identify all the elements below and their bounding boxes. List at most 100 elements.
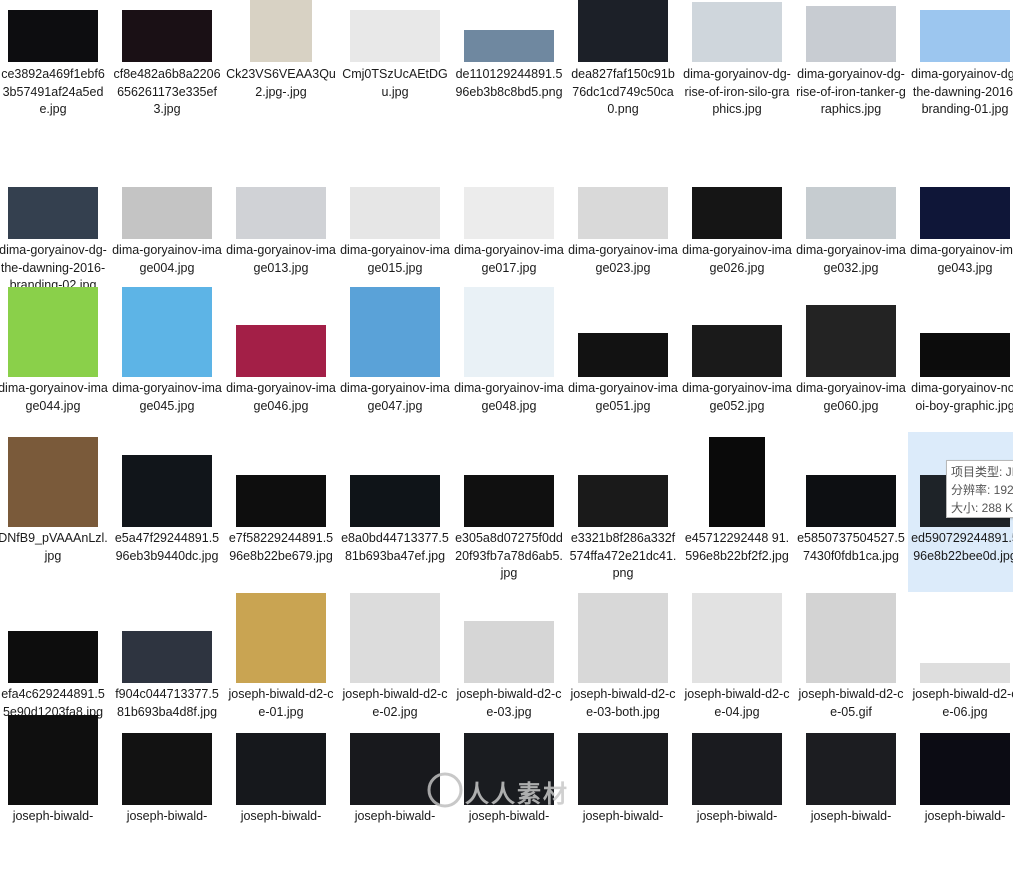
file-name: dima-goryainov-image032.jpg bbox=[796, 243, 906, 275]
file-thumbnail bbox=[8, 10, 98, 62]
file-item[interactable]: dima-goryainov-image045.jpg bbox=[110, 282, 224, 442]
file-name: dima-goryainov-dg-the-dawning-2016-brand… bbox=[911, 67, 1013, 116]
file-name: DNfB9_pVAAAnLzl.jpg bbox=[0, 531, 108, 563]
thumbnail-frame bbox=[0, 282, 110, 377]
file-item[interactable]: dima-goryainov-image013.jpg bbox=[224, 144, 338, 304]
thumbnail-frame bbox=[0, 432, 110, 527]
thumbnail-frame bbox=[680, 588, 794, 683]
file-item[interactable]: dima-goryainov-image015.jpg bbox=[338, 144, 452, 304]
file-thumbnail bbox=[578, 187, 668, 239]
file-item[interactable]: joseph-biwald- bbox=[0, 710, 110, 870]
file-item[interactable]: e305a8d07275f0dd20f93fb7a78d6ab5.jpg bbox=[452, 432, 566, 592]
file-item[interactable]: dima-goryainov-image017.jpg bbox=[452, 144, 566, 304]
file-name: dima-goryainov-image048.jpg bbox=[454, 381, 564, 413]
file-item[interactable]: e45712292448 91.596e8b22bf2f2.jpg bbox=[680, 432, 794, 592]
file-thumbnail bbox=[350, 187, 440, 239]
file-item[interactable]: joseph-biwald- bbox=[224, 710, 338, 870]
file-item[interactable]: Ck23VS6VEAA3Qu2.jpg-.jpg bbox=[224, 0, 338, 160]
file-thumbnail bbox=[578, 0, 668, 62]
file-thumbnail bbox=[122, 287, 212, 377]
thumbnail-frame bbox=[452, 432, 566, 527]
thumbnail-frame bbox=[224, 144, 338, 239]
file-thumbnail bbox=[122, 455, 212, 527]
file-item[interactable]: dima-goryainov-image052.jpg bbox=[680, 282, 794, 442]
file-thumbnail bbox=[806, 6, 896, 62]
file-name: de110129244891.596eb3b8c8bd5.png bbox=[455, 67, 563, 99]
file-thumbnail bbox=[464, 475, 554, 527]
file-item[interactable]: dima-goryainov-image043.jpg bbox=[908, 144, 1013, 304]
file-thumbnail bbox=[692, 2, 782, 62]
file-thumbnail bbox=[920, 10, 1010, 62]
file-thumbnail bbox=[806, 733, 896, 805]
tooltip-size: 大小: 288 K bbox=[951, 501, 1013, 515]
file-thumbnail bbox=[692, 187, 782, 239]
file-item[interactable]: dima-goryainov-image046.jpg bbox=[224, 282, 338, 442]
file-name: joseph-biwald- bbox=[810, 809, 892, 823]
thumbnail-frame bbox=[794, 282, 908, 377]
file-thumbnail bbox=[8, 631, 98, 683]
file-item[interactable]: Cmj0TSzUcAEtDGu.jpg bbox=[338, 0, 452, 160]
file-item[interactable]: joseph-biwald- bbox=[680, 710, 794, 870]
file-item[interactable]: e8a0bd44713377.581b693ba47ef.jpg bbox=[338, 432, 452, 592]
file-name: joseph-biwald- bbox=[696, 809, 778, 823]
file-name: dima-goryainov-image004.jpg bbox=[112, 243, 222, 275]
tooltip-type: 项目类型: JI bbox=[951, 465, 1013, 479]
file-thumbnail bbox=[250, 0, 312, 62]
file-item[interactable]: dima-goryainov-dg-the-dawning-2016-brand… bbox=[0, 144, 110, 304]
thumbnail-frame bbox=[680, 710, 794, 805]
thumbnail-frame bbox=[0, 0, 110, 62]
thumbnail-frame bbox=[794, 432, 908, 527]
file-item[interactable]: ce3892a469f1ebf63b57491af24a5ede.jpg bbox=[0, 0, 110, 160]
file-thumbnail bbox=[920, 187, 1010, 239]
file-item[interactable]: DNfB9_pVAAAnLzl.jpg bbox=[0, 432, 110, 592]
file-name: e45712292448 91.596e8b22bf2f2.jpg bbox=[684, 531, 790, 563]
file-item[interactable]: dima-goryainov-image044.jpg bbox=[0, 282, 110, 442]
file-thumbnail bbox=[236, 593, 326, 683]
file-name: joseph-biwald- bbox=[924, 809, 1006, 823]
file-item[interactable]: dima-goryainov-image004.jpg bbox=[110, 144, 224, 304]
thumbnail-frame bbox=[0, 144, 110, 239]
file-thumbnail bbox=[350, 593, 440, 683]
thumbnail-frame bbox=[224, 710, 338, 805]
file-name: dima-goryainov-dg-rise-of-iron-tanker-gr… bbox=[796, 67, 906, 116]
file-name: ce3892a469f1ebf63b57491af24a5ede.jpg bbox=[1, 67, 105, 116]
file-item[interactable]: e3321b8f286a332f574ffa472e21dc41.png bbox=[566, 432, 680, 592]
file-name: dima-goryainov-image060.jpg bbox=[796, 381, 906, 413]
file-item[interactable]: joseph-biwald- bbox=[110, 710, 224, 870]
file-name: ed590729244891.596e8b22bee0d.jpg bbox=[911, 531, 1013, 563]
file-item[interactable]: dima-goryainov-image026.jpg bbox=[680, 144, 794, 304]
file-name: dima-goryainov-image046.jpg bbox=[226, 381, 336, 413]
file-item[interactable]: cf8e482a6b8a2206656261173e335ef3.jpg bbox=[110, 0, 224, 160]
thumbnail-frame bbox=[0, 710, 110, 805]
file-item[interactable]: de110129244891.596eb3b8c8bd5.png bbox=[452, 0, 566, 160]
file-thumbnail bbox=[806, 475, 896, 527]
file-name: dima-goryainov-image013.jpg bbox=[226, 243, 336, 275]
watermark-text: 人人素材 bbox=[465, 781, 569, 808]
file-name: dima-goryainov-image052.jpg bbox=[682, 381, 792, 413]
thumbnail-frame bbox=[908, 144, 1013, 239]
file-item[interactable]: dima-goryainov-image023.jpg bbox=[566, 144, 680, 304]
thumbnail-frame bbox=[110, 144, 224, 239]
file-item[interactable]: dima-goryainov-image032.jpg bbox=[794, 144, 908, 304]
file-thumbnail bbox=[806, 305, 896, 377]
file-item[interactable]: e7f58229244891.596e8b22be679.jpg bbox=[224, 432, 338, 592]
thumbnail-frame bbox=[566, 282, 680, 377]
file-item[interactable]: dima-goryainov-image047.jpg bbox=[338, 282, 452, 442]
file-item[interactable]: dima-goryainov-dg-rise-of-iron-tanker-gr… bbox=[794, 0, 908, 160]
file-item[interactable]: dima-goryainov-noroi-boy-graphic.jpg bbox=[908, 282, 1013, 442]
file-item[interactable]: dima-goryainov-dg-the-dawning-2016-brand… bbox=[908, 0, 1013, 160]
file-item[interactable]: joseph-biwald- bbox=[794, 710, 908, 870]
file-thumbnail bbox=[578, 333, 668, 377]
file-item[interactable]: dima-goryainov-dg-rise-of-iron-silo-grap… bbox=[680, 0, 794, 160]
file-thumbnail bbox=[122, 187, 212, 239]
file-item[interactable]: dima-goryainov-image060.jpg bbox=[794, 282, 908, 442]
file-item[interactable]: dea827faf150c91b76dc1cd749c50ca0.png bbox=[566, 0, 680, 160]
file-item[interactable]: e5a47f29244891.596eb3b9440dc.jpg bbox=[110, 432, 224, 592]
file-item[interactable]: dima-goryainov-image051.jpg bbox=[566, 282, 680, 442]
file-item[interactable]: dima-goryainov-image048.jpg bbox=[452, 282, 566, 442]
file-item[interactable]: e5850737504527.57430f0fdb1ca.jpg bbox=[794, 432, 908, 592]
file-thumbnail bbox=[709, 437, 765, 527]
file-name: dima-goryainov-image015.jpg bbox=[340, 243, 450, 275]
file-item[interactable]: joseph-biwald- bbox=[908, 710, 1013, 870]
thumbnail-frame bbox=[338, 282, 452, 377]
